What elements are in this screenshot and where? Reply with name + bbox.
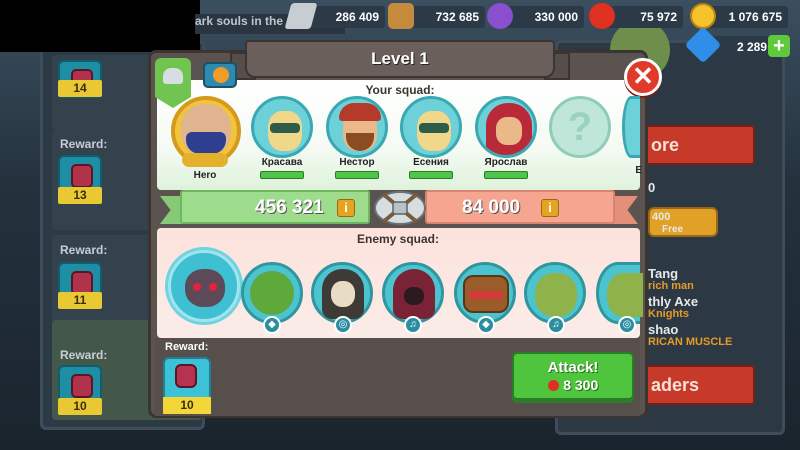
dialog-title: Level 1 xyxy=(245,40,555,78)
enemy-power-info-button[interactable]: i xyxy=(541,199,559,217)
iron-counter: 286 409 xyxy=(305,6,385,28)
left-reward-label: Reward: xyxy=(60,348,108,362)
left-reward-count: 13 xyxy=(58,187,102,204)
squad-member-avatar[interactable] xyxy=(326,96,388,158)
enemy-power-value: 84 000 xyxy=(462,197,521,218)
your-power-value: 456 321 xyxy=(255,197,324,218)
squad-member-name: E xyxy=(635,165,642,176)
hero-name: Hero xyxy=(193,170,217,181)
leaderboard-line: Knights xyxy=(648,308,689,320)
leaderboard-line: shao xyxy=(648,322,679,337)
squad-member-name: Есения xyxy=(413,157,449,168)
apple-icon xyxy=(589,3,615,29)
leaderboard-line: thly Axe xyxy=(648,294,699,309)
hero-rank-badge xyxy=(182,153,228,167)
add-gems-button[interactable]: + xyxy=(768,35,790,57)
empty-squad-slot[interactable]: ? xyxy=(549,96,611,158)
enemy-squad-label: Enemy squad: xyxy=(356,232,440,246)
helmet-icon xyxy=(163,68,183,84)
squad-member-avatar[interactable] xyxy=(400,96,462,158)
apple-icon xyxy=(547,380,559,391)
shield-icon: ◆ xyxy=(477,316,495,334)
gold-coin-icon xyxy=(690,3,716,29)
wood-icon xyxy=(388,3,414,29)
swirl-icon: ◎ xyxy=(334,316,352,334)
reward-count: 10 xyxy=(163,397,211,414)
your-power-info-button[interactable]: i xyxy=(337,199,355,217)
sound-icon: ♫ xyxy=(404,316,422,334)
attack-cost: 8 300 xyxy=(563,377,599,393)
enemy-avatar[interactable] xyxy=(241,262,303,324)
enemy-avatar[interactable] xyxy=(454,262,516,324)
squad-member-hp-bar xyxy=(484,171,528,179)
enemy-avatar[interactable] xyxy=(524,262,586,324)
squad-member-hp-bar xyxy=(335,171,379,179)
left-reward-label: Reward: xyxy=(60,137,108,151)
enemy-avatar[interactable] xyxy=(382,262,444,324)
leaderboard-line: RICAN MUSCLE xyxy=(648,336,733,348)
black-overlay xyxy=(0,0,200,52)
reward-label: Reward: xyxy=(165,341,209,353)
squad-member-name: Красава xyxy=(261,157,303,168)
enemy-avatar[interactable] xyxy=(311,262,373,324)
squad-member-hp-bar xyxy=(260,171,304,179)
squad-member-avatar[interactable] xyxy=(251,96,313,158)
tab-boost[interactable] xyxy=(203,62,237,88)
reward-gem-icon xyxy=(175,364,197,388)
hero-armor xyxy=(186,132,226,154)
left-reward-count: 14 xyxy=(58,80,102,97)
shield-icon: ◆ xyxy=(263,316,281,334)
enemy-avatar[interactable] xyxy=(596,262,643,324)
squad-member-hp-bar xyxy=(409,171,453,179)
zero-count: 0 xyxy=(648,180,656,195)
enemy-boss-avatar[interactable] xyxy=(168,250,240,322)
squad-member-avatar[interactable] xyxy=(475,96,537,158)
attack-label: Attack! xyxy=(547,359,599,376)
gold-amount: 400 xyxy=(652,211,671,223)
leaders-button[interactable]: aders xyxy=(645,365,755,405)
your-squad-label: Your squad: xyxy=(365,83,435,97)
store-button[interactable]: ore xyxy=(645,125,755,165)
left-reward-count: 11 xyxy=(58,292,102,309)
crossed-axes-icon xyxy=(374,191,426,225)
squad-member-name: Нестор xyxy=(339,157,375,168)
attack-cost-row: 8 300 xyxy=(514,377,632,395)
close-button[interactable]: ✕ xyxy=(624,58,662,96)
sound-icon: ♫ xyxy=(547,316,565,334)
leaderboard-line: rich man xyxy=(648,280,694,292)
squad-member-avatar[interactable] xyxy=(622,96,640,158)
leaderboard-line: Tang xyxy=(648,266,679,281)
squad-member-name: Ярослав xyxy=(484,157,528,168)
potion-icon xyxy=(487,3,513,29)
left-reward-label: Reward: xyxy=(60,243,108,257)
swirl-icon: ◎ xyxy=(618,316,636,334)
attack-button[interactable]: Attack! 8 300 xyxy=(512,352,634,400)
free-label: Free xyxy=(662,224,684,235)
fire-icon xyxy=(213,67,229,83)
left-reward-count: 10 xyxy=(58,398,102,415)
